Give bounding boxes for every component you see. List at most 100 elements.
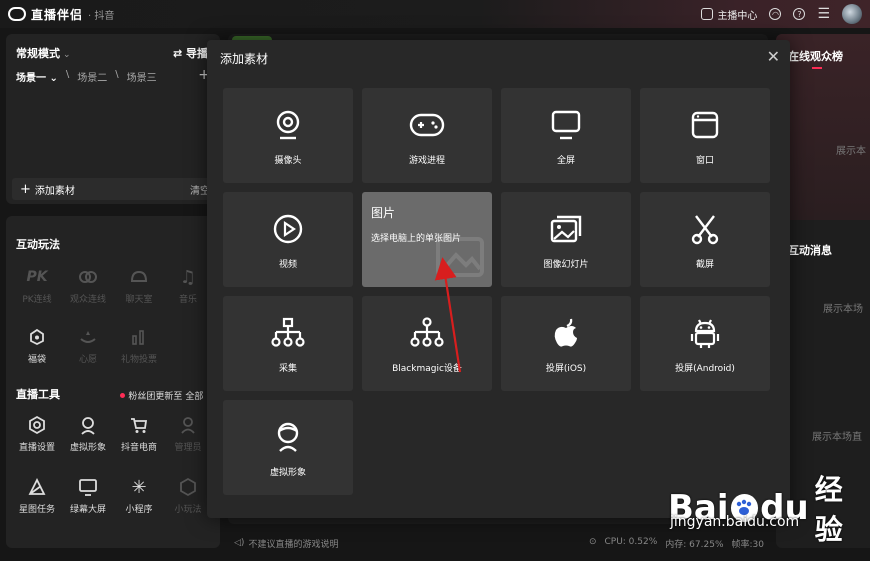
mini-game-icon: [180, 477, 196, 497]
app-title: 直播伴侣: [31, 7, 84, 22]
messages-title: 互动消息: [788, 244, 832, 257]
wish-icon: [80, 331, 96, 343]
anchor-center-label: 主播中心: [717, 10, 758, 22]
tile-game-process[interactable]: 游戏进程: [362, 88, 492, 183]
title-bar: 直播伴侣 · 抖音 主播中心 ◠ ? ☰: [0, 0, 870, 28]
tool-star-task[interactable]: 星图任务: [15, 476, 59, 515]
all-tools-link[interactable]: 全部: [185, 389, 203, 402]
tool-admin[interactable]: 管理员: [166, 414, 210, 453]
tile-video[interactable]: 视频: [223, 192, 353, 287]
scene-tab-3[interactable]: 场景三: [127, 69, 157, 84]
scene-panel: 常规模式 ⌄ ⇄ 导播 场景一 ⌄ \ 场景二 \ 场景三 + + 添加素材 清空: [6, 34, 220, 204]
cpu-icon: ⊙: [588, 536, 597, 547]
settings-icon: [29, 415, 45, 435]
guide-label: 导播: [186, 47, 208, 60]
slideshow-icon: [550, 215, 582, 243]
tile-blackmagic[interactable]: Blackmagic设备: [362, 296, 492, 391]
notice-dot: [120, 393, 126, 398]
guide-button[interactable]: ⇄ 导播: [173, 45, 208, 61]
capture-icon: [271, 317, 305, 347]
tool-wish[interactable]: 心愿: [66, 326, 110, 365]
messages-empty-text: 展示本场: [823, 304, 863, 315]
tile-fullscreen[interactable]: 全屏: [501, 88, 631, 183]
avatar-icon: [81, 417, 95, 435]
tile-image-title: 图片: [371, 206, 396, 220]
game-hint-link[interactable]: 不建议直播的游戏说明: [248, 537, 338, 550]
baidu-logo: Bai du 经验: [668, 473, 843, 546]
app-subtitle: · 抖音: [88, 10, 115, 22]
virtual-avatar-icon: [277, 422, 299, 452]
cart-icon: [131, 418, 148, 433]
image-icon: [436, 237, 484, 277]
mode-label: 常规模式: [16, 47, 60, 60]
tile-capture[interactable]: 采集: [223, 296, 353, 391]
tool-mini-game[interactable]: 小玩法: [166, 476, 210, 515]
fans-notice[interactable]: 粉丝团更新至 全部›: [120, 389, 210, 402]
star-task-icon: [28, 477, 46, 495]
green-screen-icon: [79, 479, 97, 496]
mode-selector[interactable]: 常规模式 ⌄: [16, 45, 71, 61]
baidu-watermark: Bai du 经验 jingyan.baidu.com: [664, 466, 870, 546]
tool-gift-vote[interactable]: 礼物投票: [117, 326, 161, 365]
tile-cast-ios[interactable]: 投屏(iOS): [501, 296, 631, 391]
tool-pk[interactable]: PK PK连线: [15, 266, 59, 305]
tile-virtual-avatar[interactable]: 虚拟形象: [223, 400, 353, 495]
viewers-tab-underline: [812, 67, 822, 69]
tool-lucky-bag[interactable]: 福袋: [15, 326, 59, 365]
scene-tabs: 场景一 ⌄ \ 场景二 \ 场景三: [16, 69, 157, 84]
tile-image-slideshow[interactable]: 图像幻灯片: [501, 192, 631, 287]
live-tools-title: 直播工具: [16, 388, 60, 401]
music-icon: ♫: [179, 266, 197, 288]
android-icon: [690, 319, 720, 348]
cpu-usage: CPU: 0.52%: [604, 536, 658, 547]
scene-tab-1[interactable]: 场景一 ⌄: [16, 69, 58, 84]
dialog-title: 添加素材: [220, 52, 269, 66]
anchor-center-icon: [701, 8, 714, 20]
scissors-icon: [691, 215, 719, 245]
add-source-dialog: 添加素材 ✕ 摄像头 游戏进程 全屏 窗口 视频 图片 选择电脑上的单张图片 图…: [207, 40, 790, 518]
tool-audience-link[interactable]: 观众连线: [66, 266, 110, 305]
tool-live-settings[interactable]: 直播设置: [15, 414, 59, 453]
add-source-bar: + 添加素材 清空: [12, 178, 214, 200]
vote-icon: [132, 330, 144, 345]
support-icon[interactable]: ◠: [769, 8, 782, 20]
tool-mini-program[interactable]: ✳ 小程序: [117, 476, 161, 516]
menu-icon[interactable]: ☰: [817, 7, 830, 21]
user-avatar[interactable]: [842, 4, 862, 24]
tile-cast-android[interactable]: 投屏(Android): [640, 296, 770, 391]
close-icon[interactable]: ✕: [767, 47, 780, 66]
baidu-url: jingyan.baidu.com: [670, 514, 800, 530]
app-logo-icon: [8, 7, 26, 21]
link-icon: [79, 271, 97, 283]
chevron-down-icon: ⌄: [63, 50, 71, 60]
admin-icon: [181, 417, 195, 434]
tool-virtual-avatar[interactable]: 虚拟形象: [66, 414, 110, 453]
camera-icon: [276, 110, 300, 140]
add-source-plus-icon[interactable]: +: [20, 182, 31, 197]
speaker-icon: ◁): [234, 538, 245, 548]
viewers-title[interactable]: 在线观众榜: [788, 48, 843, 64]
viewers-empty-text: 展示本: [836, 146, 866, 157]
scene-tab-2[interactable]: 场景二: [77, 69, 107, 84]
apple-icon: [554, 318, 577, 347]
tile-screenshot[interactable]: 截屏: [640, 192, 770, 287]
tile-window[interactable]: 窗口: [640, 88, 770, 183]
add-source-button[interactable]: 添加素材: [35, 182, 75, 197]
window-icon: [691, 111, 719, 139]
tile-camera[interactable]: 摄像头: [223, 88, 353, 183]
help-icon[interactable]: ?: [793, 8, 806, 20]
play-icon: [273, 214, 303, 244]
tool-music[interactable]: ♫ 音乐: [166, 266, 210, 306]
lucky-bag-icon: [30, 328, 44, 346]
blackmagic-icon: [410, 317, 444, 347]
chatroom-icon: [130, 270, 148, 282]
anchor-center-button[interactable]: 主播中心: [701, 7, 757, 22]
tool-chatroom[interactable]: 聊天室: [117, 266, 161, 305]
tools-panel: 互动玩法 PK PK连线 观众连线 聊天室 ♫ 音乐 福袋 心愿 礼物投票 直播…: [6, 216, 220, 548]
interactive-title: 互动玩法: [16, 238, 60, 251]
pk-icon: PK: [26, 269, 48, 285]
tile-image[interactable]: 图片 选择电脑上的单张图片: [362, 192, 492, 287]
tool-green-screen[interactable]: 绿幕大屏: [66, 476, 110, 515]
gamepad-icon: [409, 113, 445, 137]
tool-douyin-shop[interactable]: 抖音电商: [117, 414, 161, 453]
